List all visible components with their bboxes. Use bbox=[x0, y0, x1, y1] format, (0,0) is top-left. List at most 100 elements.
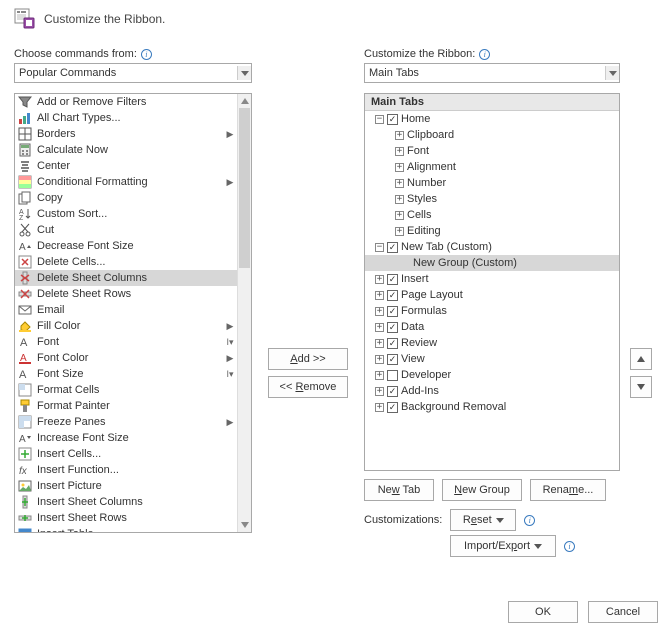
tree-group[interactable]: +Editing bbox=[365, 223, 619, 239]
expander-plus-icon[interactable]: + bbox=[375, 323, 384, 332]
expander-plus-icon[interactable]: + bbox=[395, 227, 404, 236]
command-item[interactable]: Insert Sheet Columns bbox=[15, 494, 237, 510]
expander-plus-icon[interactable]: + bbox=[395, 131, 404, 140]
tree-tab-newtab[interactable]: −New Tab (Custom) bbox=[365, 239, 619, 255]
expander-plus-icon[interactable]: + bbox=[375, 307, 384, 316]
checkbox[interactable] bbox=[387, 306, 398, 317]
commands-scrollbar[interactable] bbox=[237, 94, 251, 532]
command-item[interactable]: Delete Sheet Columns bbox=[15, 270, 237, 286]
info-icon[interactable]: i bbox=[564, 541, 575, 552]
command-item[interactable]: Calculate Now bbox=[15, 142, 237, 158]
commands-listbox[interactable]: Add or Remove FiltersAll Chart Types...B… bbox=[14, 93, 252, 533]
command-item[interactable]: Center bbox=[15, 158, 237, 174]
customize-ribbon-combo[interactable]: Main Tabs bbox=[364, 63, 620, 83]
command-item[interactable]: Email bbox=[15, 302, 237, 318]
command-item[interactable]: Insert Table bbox=[15, 526, 237, 532]
checkbox[interactable] bbox=[387, 354, 398, 365]
command-item[interactable]: Insert Picture bbox=[15, 478, 237, 494]
tree-tab[interactable]: +Insert bbox=[365, 271, 619, 287]
command-item[interactable]: Delete Sheet Rows bbox=[15, 286, 237, 302]
tree-group[interactable]: +Alignment bbox=[365, 159, 619, 175]
tree-group-newgroup[interactable]: New Group (Custom) bbox=[365, 255, 619, 271]
expander-plus-icon[interactable]: + bbox=[395, 195, 404, 204]
tree-tab[interactable]: +Review bbox=[365, 335, 619, 351]
tree-tab[interactable]: +Background Removal bbox=[365, 399, 619, 415]
checkbox[interactable] bbox=[387, 274, 398, 285]
checkbox[interactable] bbox=[387, 114, 398, 125]
command-label: Insert Function... bbox=[37, 464, 221, 476]
scroll-up-arrow-icon[interactable] bbox=[238, 94, 251, 108]
command-item[interactable]: Format Cells bbox=[15, 382, 237, 398]
tree-tab[interactable]: +Add-Ins bbox=[365, 383, 619, 399]
checkbox[interactable] bbox=[387, 242, 398, 253]
move-up-button[interactable] bbox=[630, 348, 652, 370]
expander-minus-icon[interactable]: − bbox=[375, 243, 384, 252]
command-item[interactable]: AZCustom Sort... bbox=[15, 206, 237, 222]
command-item[interactable]: fxInsert Function... bbox=[15, 462, 237, 478]
expander-plus-icon[interactable]: + bbox=[375, 275, 384, 284]
reset-button[interactable]: Reset bbox=[450, 509, 516, 531]
expander-minus-icon[interactable]: − bbox=[375, 115, 384, 124]
info-icon[interactable]: i bbox=[141, 49, 152, 60]
choose-commands-combo[interactable]: Popular Commands bbox=[14, 63, 252, 83]
tree-group[interactable]: +Font bbox=[365, 143, 619, 159]
tree-tab[interactable]: +Developer bbox=[365, 367, 619, 383]
tree-tab[interactable]: +Formulas bbox=[365, 303, 619, 319]
command-item[interactable]: Delete Cells... bbox=[15, 254, 237, 270]
command-item[interactable]: All Chart Types... bbox=[15, 110, 237, 126]
expander-plus-icon[interactable]: + bbox=[395, 211, 404, 220]
command-item[interactable]: AFont Color▶ bbox=[15, 350, 237, 366]
rename-button[interactable]: Rename... bbox=[530, 479, 606, 501]
command-item[interactable]: Cut bbox=[15, 222, 237, 238]
new-group-button[interactable]: New Group bbox=[442, 479, 522, 501]
command-item[interactable]: Conditional Formatting▶ bbox=[15, 174, 237, 190]
expander-plus-icon[interactable]: + bbox=[375, 339, 384, 348]
command-item[interactable]: AFontI▾ bbox=[15, 334, 237, 350]
scroll-thumb[interactable] bbox=[239, 108, 250, 268]
tree-group[interactable]: +Clipboard bbox=[365, 127, 619, 143]
expander-plus-icon[interactable]: + bbox=[395, 163, 404, 172]
info-icon[interactable]: i bbox=[479, 49, 490, 60]
remove-button[interactable]: << Remove bbox=[268, 376, 348, 398]
tree-tab[interactable]: +Page Layout bbox=[365, 287, 619, 303]
tree-tab[interactable]: +View bbox=[365, 351, 619, 367]
command-item[interactable]: Freeze Panes▶ bbox=[15, 414, 237, 430]
checkbox[interactable] bbox=[387, 290, 398, 301]
command-item[interactable]: Borders▶ bbox=[15, 126, 237, 142]
expander-plus-icon[interactable]: + bbox=[375, 291, 384, 300]
command-item[interactable]: AIncrease Font Size bbox=[15, 430, 237, 446]
tabs-tree[interactable]: Main Tabs −Home+Clipboard+Font+Alignment… bbox=[364, 93, 620, 471]
checkbox[interactable] bbox=[387, 322, 398, 333]
tree-tab[interactable]: +Data bbox=[365, 319, 619, 335]
move-down-button[interactable] bbox=[630, 376, 652, 398]
command-item[interactable]: Format Painter bbox=[15, 398, 237, 414]
expander-plus-icon[interactable]: + bbox=[375, 387, 384, 396]
checkbox[interactable] bbox=[387, 338, 398, 349]
tree-group[interactable]: +Styles bbox=[365, 191, 619, 207]
command-item[interactable]: ADecrease Font Size bbox=[15, 238, 237, 254]
command-item[interactable]: Insert Sheet Rows bbox=[15, 510, 237, 526]
expander-plus-icon[interactable]: + bbox=[395, 179, 404, 188]
add-button[interactable]: Add >> bbox=[268, 348, 348, 370]
tree-tab-home[interactable]: −Home bbox=[365, 111, 619, 127]
command-item[interactable]: Fill Color▶ bbox=[15, 318, 237, 334]
tree-group[interactable]: +Number bbox=[365, 175, 619, 191]
expander-plus-icon[interactable]: + bbox=[375, 355, 384, 364]
import-export-button[interactable]: Import/Export bbox=[450, 535, 556, 557]
scroll-down-arrow-icon[interactable] bbox=[238, 518, 251, 532]
info-icon[interactable]: i bbox=[524, 515, 535, 526]
command-item[interactable]: AFont SizeI▾ bbox=[15, 366, 237, 382]
new-tab-button[interactable]: New Tab bbox=[364, 479, 434, 501]
checkbox[interactable] bbox=[387, 402, 398, 413]
checkbox[interactable] bbox=[387, 370, 398, 381]
checkbox[interactable] bbox=[387, 386, 398, 397]
command-item[interactable]: Insert Cells... bbox=[15, 446, 237, 462]
command-item[interactable]: Copy bbox=[15, 190, 237, 206]
expander-plus-icon[interactable]: + bbox=[395, 147, 404, 156]
ok-button[interactable]: OK bbox=[508, 601, 578, 623]
cancel-button[interactable]: Cancel bbox=[588, 601, 658, 623]
tree-group[interactable]: +Cells bbox=[365, 207, 619, 223]
expander-plus-icon[interactable]: + bbox=[375, 403, 384, 412]
command-item[interactable]: Add or Remove Filters bbox=[15, 94, 237, 110]
expander-plus-icon[interactable]: + bbox=[375, 371, 384, 380]
